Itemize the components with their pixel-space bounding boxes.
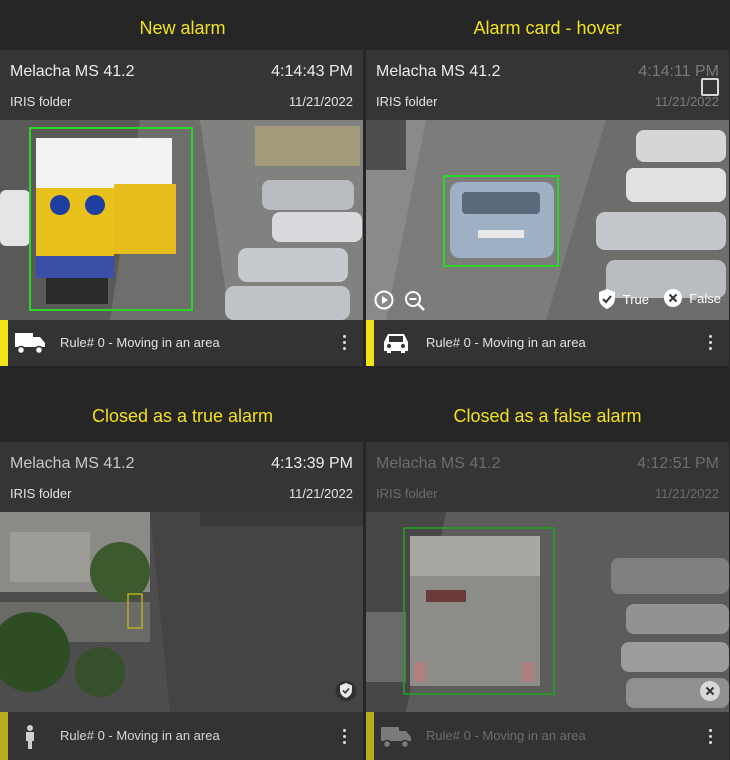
x-circle-icon xyxy=(700,681,720,701)
alarm-card-new[interactable]: Melacha MS 41.2 4:14:43 PM IRIS folder 1… xyxy=(0,50,363,366)
card-header: Melacha MS 41.2 4:14:43 PM IRIS folder 1… xyxy=(0,50,363,120)
alarm-date: 11/21/2022 xyxy=(654,94,719,109)
alarm-time: 4:14:43 PM xyxy=(271,63,353,80)
more-options-icon[interactable] xyxy=(707,334,713,352)
rule-label: Rule# 0 - Moving in an area xyxy=(426,335,586,350)
status-accent-bar xyxy=(366,712,374,760)
alarm-card-closed-true[interactable]: Melacha MS 41.2 4:13:39 PM IRIS folder 1… xyxy=(0,442,363,760)
alarm-card-hover[interactable]: Melacha MS 41.2 4:14:11 PM IRIS folder 1… xyxy=(366,50,729,366)
person-icon xyxy=(26,725,34,749)
card-footer: Rule# 0 - Moving in an area xyxy=(366,320,729,366)
alarm-card-closed-false[interactable]: Melacha MS 41.2 4:12:51 PM IRIS folder 1… xyxy=(366,442,729,760)
camera-snapshot[interactable] xyxy=(366,512,729,712)
section-title-new-alarm: New alarm xyxy=(139,18,226,38)
zoom-out-icon[interactable] xyxy=(404,290,426,312)
x-circle-icon xyxy=(664,289,683,307)
camera-name: Melacha MS 41.2 xyxy=(376,63,501,80)
alarm-date: 11/21/2022 xyxy=(288,94,353,109)
mark-true-button[interactable]: True xyxy=(597,288,649,310)
card-header: Melacha MS 41.2 4:13:39 PM IRIS folder 1… xyxy=(0,442,363,512)
alarm-time: 4:13:39 PM xyxy=(271,455,353,472)
camera-name: Melacha MS 41.2 xyxy=(376,455,501,472)
status-accent-bar xyxy=(0,712,8,760)
shield-check-icon xyxy=(335,680,357,702)
truck-icon xyxy=(381,727,411,749)
section-title-closed-false: Closed as a false alarm xyxy=(453,406,642,426)
more-options-icon[interactable] xyxy=(707,728,713,746)
more-options-icon[interactable] xyxy=(341,728,347,746)
card-footer: Rule# 0 - Moving in an area xyxy=(0,320,363,366)
section-title-closed-true: Closed as a true alarm xyxy=(91,406,274,426)
alarm-time: 4:12:51 PM xyxy=(637,455,719,472)
camera-snapshot[interactable] xyxy=(0,120,363,320)
mark-false-label: False xyxy=(689,290,721,306)
status-accent-bar xyxy=(366,320,374,366)
folder-name: IRIS folder xyxy=(10,486,72,501)
truck-icon xyxy=(15,333,45,355)
car-icon xyxy=(384,334,408,353)
rule-label: Rule# 0 - Moving in an area xyxy=(426,728,586,743)
folder-name: IRIS folder xyxy=(376,486,438,501)
card-header: Melacha MS 41.2 4:14:11 PM IRIS folder 1… xyxy=(366,50,729,120)
card-header: Melacha MS 41.2 4:12:51 PM IRIS folder 1… xyxy=(366,442,729,512)
rule-label: Rule# 0 - Moving in an area xyxy=(60,728,220,743)
section-title-hover: Alarm card - hover xyxy=(473,18,622,38)
more-options-icon[interactable] xyxy=(341,334,347,352)
camera-snapshot[interactable] xyxy=(0,512,363,712)
mark-true-label: True xyxy=(622,291,649,307)
camera-name: Melacha MS 41.2 xyxy=(10,455,135,472)
select-checkbox[interactable] xyxy=(701,78,719,96)
shield-check-icon xyxy=(598,289,615,309)
alarm-date: 11/21/2022 xyxy=(288,486,353,501)
alarm-date: 11/21/2022 xyxy=(654,486,719,501)
play-icon[interactable] xyxy=(374,290,394,310)
rule-label: Rule# 0 - Moving in an area xyxy=(60,335,220,350)
card-footer: Rule# 0 - Moving in an area xyxy=(366,712,729,760)
card-footer: Rule# 0 - Moving in an area xyxy=(0,712,363,760)
hover-controls: True False xyxy=(366,288,729,314)
status-accent-bar xyxy=(0,320,8,366)
folder-name: IRIS folder xyxy=(376,94,438,109)
mark-false-button[interactable]: False xyxy=(663,288,721,308)
camera-name: Melacha MS 41.2 xyxy=(10,63,135,80)
folder-name: IRIS folder xyxy=(10,94,72,109)
